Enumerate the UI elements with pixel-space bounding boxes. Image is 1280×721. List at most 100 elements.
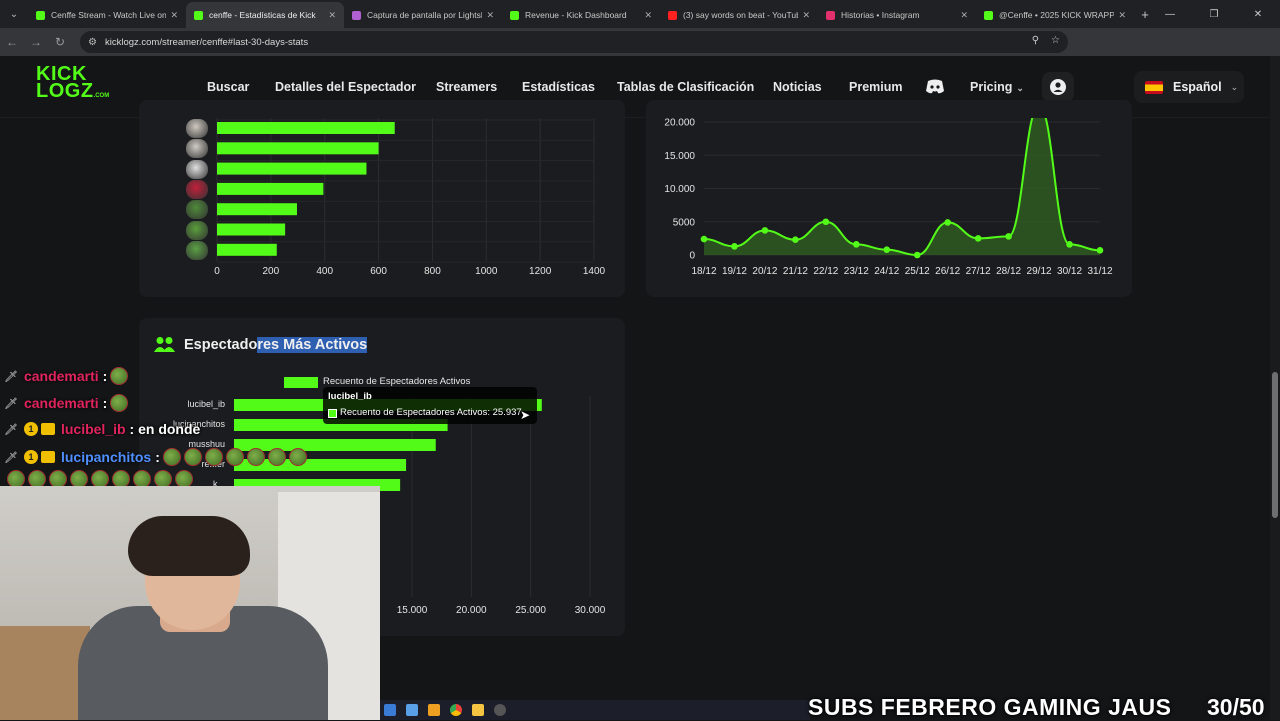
taskbar-app-icon[interactable] bbox=[494, 704, 506, 716]
tab-title: Revenue - Kick Dashboard bbox=[525, 10, 627, 20]
most-active-viewers-title: Espectadores Más Activos bbox=[184, 337, 368, 353]
frog-emote-icon bbox=[225, 448, 244, 466]
emote-bar[interactable] bbox=[217, 203, 297, 216]
data-point[interactable] bbox=[1066, 241, 1073, 248]
bookmark-star-icon[interactable]: ☆ bbox=[1051, 35, 1060, 46]
browser-tab[interactable]: (3) say words on beat - YouTub ✕ bbox=[660, 2, 818, 28]
frog-emote-icon bbox=[246, 448, 265, 466]
taskbar-app-icon[interactable] bbox=[406, 704, 418, 716]
forward-icon[interactable]: → bbox=[24, 35, 48, 49]
discord-icon[interactable] bbox=[925, 79, 945, 95]
nav-pricing[interactable]: Pricing ⌄ bbox=[970, 80, 1024, 94]
nav-streamers[interactable]: Streamers bbox=[436, 80, 497, 94]
kicklogz-logo[interactable]: KICK LOGZ.COM bbox=[36, 64, 112, 106]
nav-noticias[interactable]: Noticias bbox=[773, 80, 822, 94]
browser-tab[interactable]: Captura de pantalla por Lightsh ✕ bbox=[344, 2, 502, 28]
emote-bar[interactable] bbox=[217, 243, 277, 256]
tab-strip: ⌄ Cenffe Stream - Watch Live on K ✕ cenffe… bbox=[0, 0, 1280, 28]
site-info-icon[interactable]: ⚙ bbox=[88, 37, 97, 48]
chrome-taskbar-icon[interactable] bbox=[450, 704, 462, 716]
data-point[interactable] bbox=[913, 251, 921, 259]
x-tick-label: 19/12 bbox=[722, 266, 747, 277]
data-point[interactable] bbox=[1005, 233, 1012, 240]
sword-badge-icon: 🗡 bbox=[4, 423, 18, 436]
data-point[interactable] bbox=[761, 227, 769, 234]
tab-search-chevron-icon[interactable]: ⌄ bbox=[0, 0, 28, 28]
tab-close-icon[interactable]: ✕ bbox=[328, 10, 336, 21]
y-tick-label: 5000 bbox=[673, 217, 696, 228]
tab-close-icon[interactable]: ✕ bbox=[960, 10, 968, 21]
browser-tab[interactable]: Cenffe Stream - Watch Live on K ✕ bbox=[28, 2, 186, 28]
chat-message: 🗡 candemarti: bbox=[4, 367, 129, 385]
close-window-icon[interactable]: ✕ bbox=[1236, 9, 1280, 20]
spain-flag-icon bbox=[1145, 80, 1163, 94]
data-point[interactable] bbox=[700, 235, 708, 243]
tab-favicon-icon bbox=[194, 10, 203, 20]
nav-tablas-clasificacion[interactable]: Tablas de Clasificación bbox=[617, 80, 754, 94]
chevron-down-icon: ⌄ bbox=[1016, 83, 1024, 93]
frog-emote-icon bbox=[183, 448, 202, 466]
data-point[interactable] bbox=[974, 235, 982, 242]
data-point[interactable] bbox=[853, 241, 860, 248]
x-tick-label: 200 bbox=[263, 266, 280, 277]
emote-thumbnail-icon bbox=[186, 139, 208, 159]
sword-badge-icon: 🗡 bbox=[4, 451, 18, 464]
restore-icon[interactable]: ❐ bbox=[1192, 9, 1236, 20]
data-point[interactable] bbox=[822, 218, 830, 226]
emote-bar-chart: 0 200 400 600 800 1000 1200 1400 bbox=[214, 118, 606, 277]
nav-premium[interactable]: Premium bbox=[849, 80, 903, 94]
sword-badge-icon: 🗡 bbox=[4, 397, 18, 410]
chat-message: 🗡 candemarti: bbox=[4, 394, 129, 412]
data-point[interactable] bbox=[1096, 247, 1104, 254]
nav-buscar[interactable]: Buscar bbox=[207, 80, 249, 94]
taskbar-app-icon[interactable] bbox=[428, 704, 440, 716]
os-taskbar bbox=[380, 700, 810, 720]
reload-icon[interactable]: ↻ bbox=[48, 35, 72, 49]
folder-taskbar-icon[interactable] bbox=[472, 704, 484, 716]
browser-tab[interactable]: cenffe - Estadísticas de Kick ✕ bbox=[186, 2, 344, 28]
minimize-icon[interactable]: — bbox=[1148, 9, 1192, 20]
address-bar[interactable]: ⚙ kicklogz.com/streamer/cenffe#last-30-d… bbox=[80, 31, 1068, 53]
browser-tab[interactable]: Historias • Instagram ✕ bbox=[818, 2, 976, 28]
browser-toolbar: ← → ↻ ⚙ kicklogz.com/streamer/cenffe#las… bbox=[0, 28, 1280, 72]
sword-badge-icon: 🗡 bbox=[4, 370, 18, 383]
y-tick-label: 15.000 bbox=[664, 151, 695, 162]
user-account-button[interactable] bbox=[1042, 72, 1074, 102]
data-point[interactable] bbox=[944, 219, 951, 226]
data-point[interactable] bbox=[883, 246, 891, 253]
emote-bar[interactable] bbox=[217, 182, 324, 195]
x-tick-label: 15.000 bbox=[397, 605, 428, 616]
tab-close-icon[interactable]: ✕ bbox=[802, 10, 810, 21]
back-icon[interactable]: ← bbox=[0, 35, 24, 49]
chat-message-text: : bbox=[102, 395, 108, 411]
scrollbar-thumb[interactable] bbox=[1272, 372, 1278, 518]
data-point[interactable] bbox=[731, 243, 738, 250]
tab-favicon-icon bbox=[668, 10, 677, 20]
frog-emote-icon bbox=[110, 367, 129, 385]
x-tick-label: 20/12 bbox=[752, 266, 777, 277]
nav-detalles-espectador[interactable]: Detalles del Espectador bbox=[275, 80, 416, 94]
tab-close-icon[interactable]: ✕ bbox=[1118, 10, 1126, 21]
browser-tab[interactable]: Revenue - Kick Dashboard ✕ bbox=[502, 2, 660, 28]
emote-thumbnail-icon bbox=[186, 240, 208, 260]
chat-username: lucipanchitos bbox=[60, 449, 152, 465]
emote-bar[interactable] bbox=[217, 122, 395, 134]
emote-bar[interactable] bbox=[217, 142, 379, 155]
language-selector[interactable]: Español ⌄ bbox=[1134, 71, 1244, 103]
zoom-icon[interactable]: ⚲ bbox=[1032, 35, 1039, 46]
webcam-background-shelf bbox=[0, 626, 90, 720]
tab-close-icon[interactable]: ✕ bbox=[644, 10, 652, 21]
data-point[interactable] bbox=[792, 236, 799, 244]
stream-goal-banner: SUBS FEBRERO GAMING JAUS bbox=[808, 694, 1172, 720]
tab-close-icon[interactable]: ✕ bbox=[486, 10, 494, 21]
emote-bar[interactable] bbox=[217, 223, 286, 236]
tab-title: cenffe - Estadísticas de Kick bbox=[209, 10, 316, 20]
x-tick-label: 29/12 bbox=[1027, 266, 1052, 277]
chat-message: 🗡 1 lucibel_ib: en donde bbox=[4, 421, 200, 437]
nav-estadisticas[interactable]: Estadísticas bbox=[522, 80, 595, 94]
tab-close-icon[interactable]: ✕ bbox=[170, 10, 178, 21]
emote-thumbnail-icon bbox=[186, 179, 208, 199]
emote-bar[interactable] bbox=[217, 162, 367, 175]
taskbar-app-icon[interactable] bbox=[384, 704, 396, 716]
browser-tab[interactable]: @Cenffe • 2025 KICK WRAPPED ✕ bbox=[976, 2, 1134, 28]
